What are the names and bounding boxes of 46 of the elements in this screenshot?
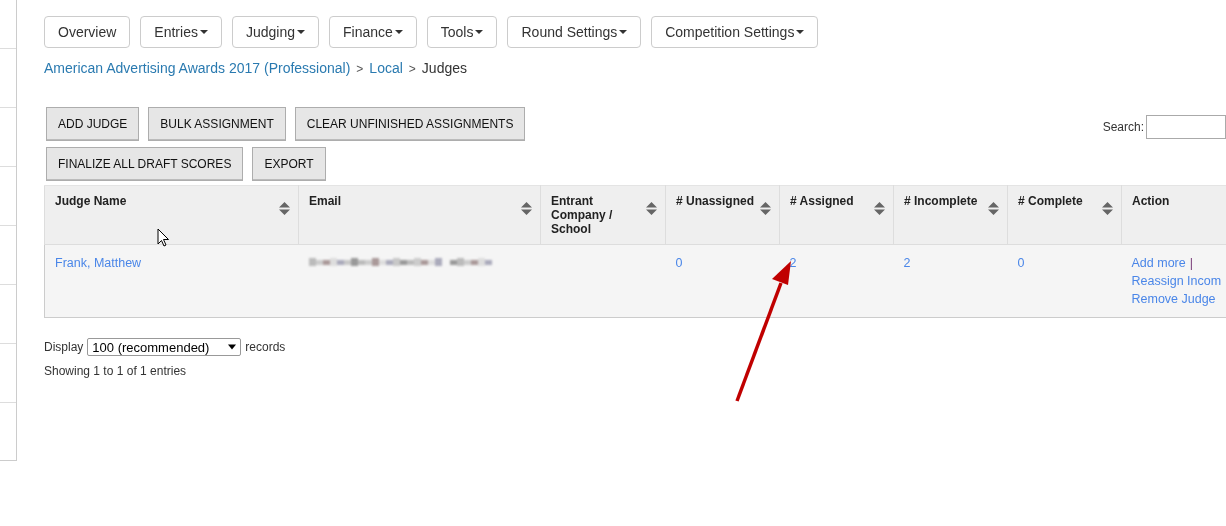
caret-icon <box>475 30 484 34</box>
breadcrumb-separator: > <box>408 62 416 76</box>
sort-icon <box>760 202 771 215</box>
column-header[interactable]: # Complete <box>1007 185 1122 245</box>
action-button[interactable]: BULK ASSIGNMENT <box>148 107 286 141</box>
caret-icon <box>297 30 305 34</box>
dropdown-caret-icon <box>228 344 237 350</box>
caret-icon <box>199 30 208 34</box>
dropdown-menu-button[interactable]: Finance <box>329 16 417 48</box>
page-size-select[interactable]: 100 (recommended) <box>87 338 242 356</box>
action-button[interactable]: CLEAR UNFINISHED ASSIGNMENTS <box>294 107 526 141</box>
breadcrumb-separator: > <box>356 62 364 76</box>
sort-icon <box>988 202 999 215</box>
dropdown-menu-button[interactable]: Entries <box>140 16 222 48</box>
caret-icon <box>619 30 628 34</box>
column-header[interactable]: Judge Name <box>44 185 299 245</box>
sort-icon <box>646 202 657 215</box>
dropdown-menu-button[interactable]: Tools <box>426 16 498 48</box>
action-button[interactable]: FINALIZE ALL DRAFT SCORES <box>46 147 244 181</box>
search-label: Search: <box>1102 120 1144 134</box>
link-separator: | <box>1189 256 1193 270</box>
records-label: records <box>245 340 286 354</box>
sort-icon <box>874 202 885 215</box>
search-field[interactable] <box>1146 115 1226 139</box>
column-header: Action <box>1121 185 1226 245</box>
breadcrumb-link[interactable]: Local <box>369 60 403 76</box>
column-header[interactable]: # Incomplete <box>893 185 1008 245</box>
caret-icon <box>394 30 403 34</box>
dropdown-menu-button[interactable]: Competition Settings <box>651 16 819 48</box>
caret-icon <box>796 30 805 34</box>
column-header[interactable]: Entrant Company / School <box>540 185 666 245</box>
sort-icon <box>1102 202 1113 215</box>
dropdown-menu-button[interactable]: Round Settings <box>507 16 642 48</box>
table-info: Showing 1 to 1 of 1 entries <box>44 364 187 378</box>
sort-icon <box>279 202 290 215</box>
action-button[interactable]: EXPORT <box>252 147 326 181</box>
column-header[interactable]: # Assigned <box>779 185 894 245</box>
action-button[interactable]: ADD JUDGE <box>46 107 140 141</box>
breadcrumb-link[interactable]: American Advertising Awards 2017 (Professional) <box>44 60 351 76</box>
dropdown-menu-button[interactable]: Judging <box>231 16 319 48</box>
column-header[interactable]: Email <box>298 185 541 245</box>
column-header[interactable]: # Unassigned <box>665 185 780 245</box>
display-label: Display <box>44 340 84 354</box>
breadcrumb-current: Judges <box>421 60 467 76</box>
nav-button[interactable]: Overview <box>44 16 131 48</box>
sort-icon <box>521 202 532 215</box>
